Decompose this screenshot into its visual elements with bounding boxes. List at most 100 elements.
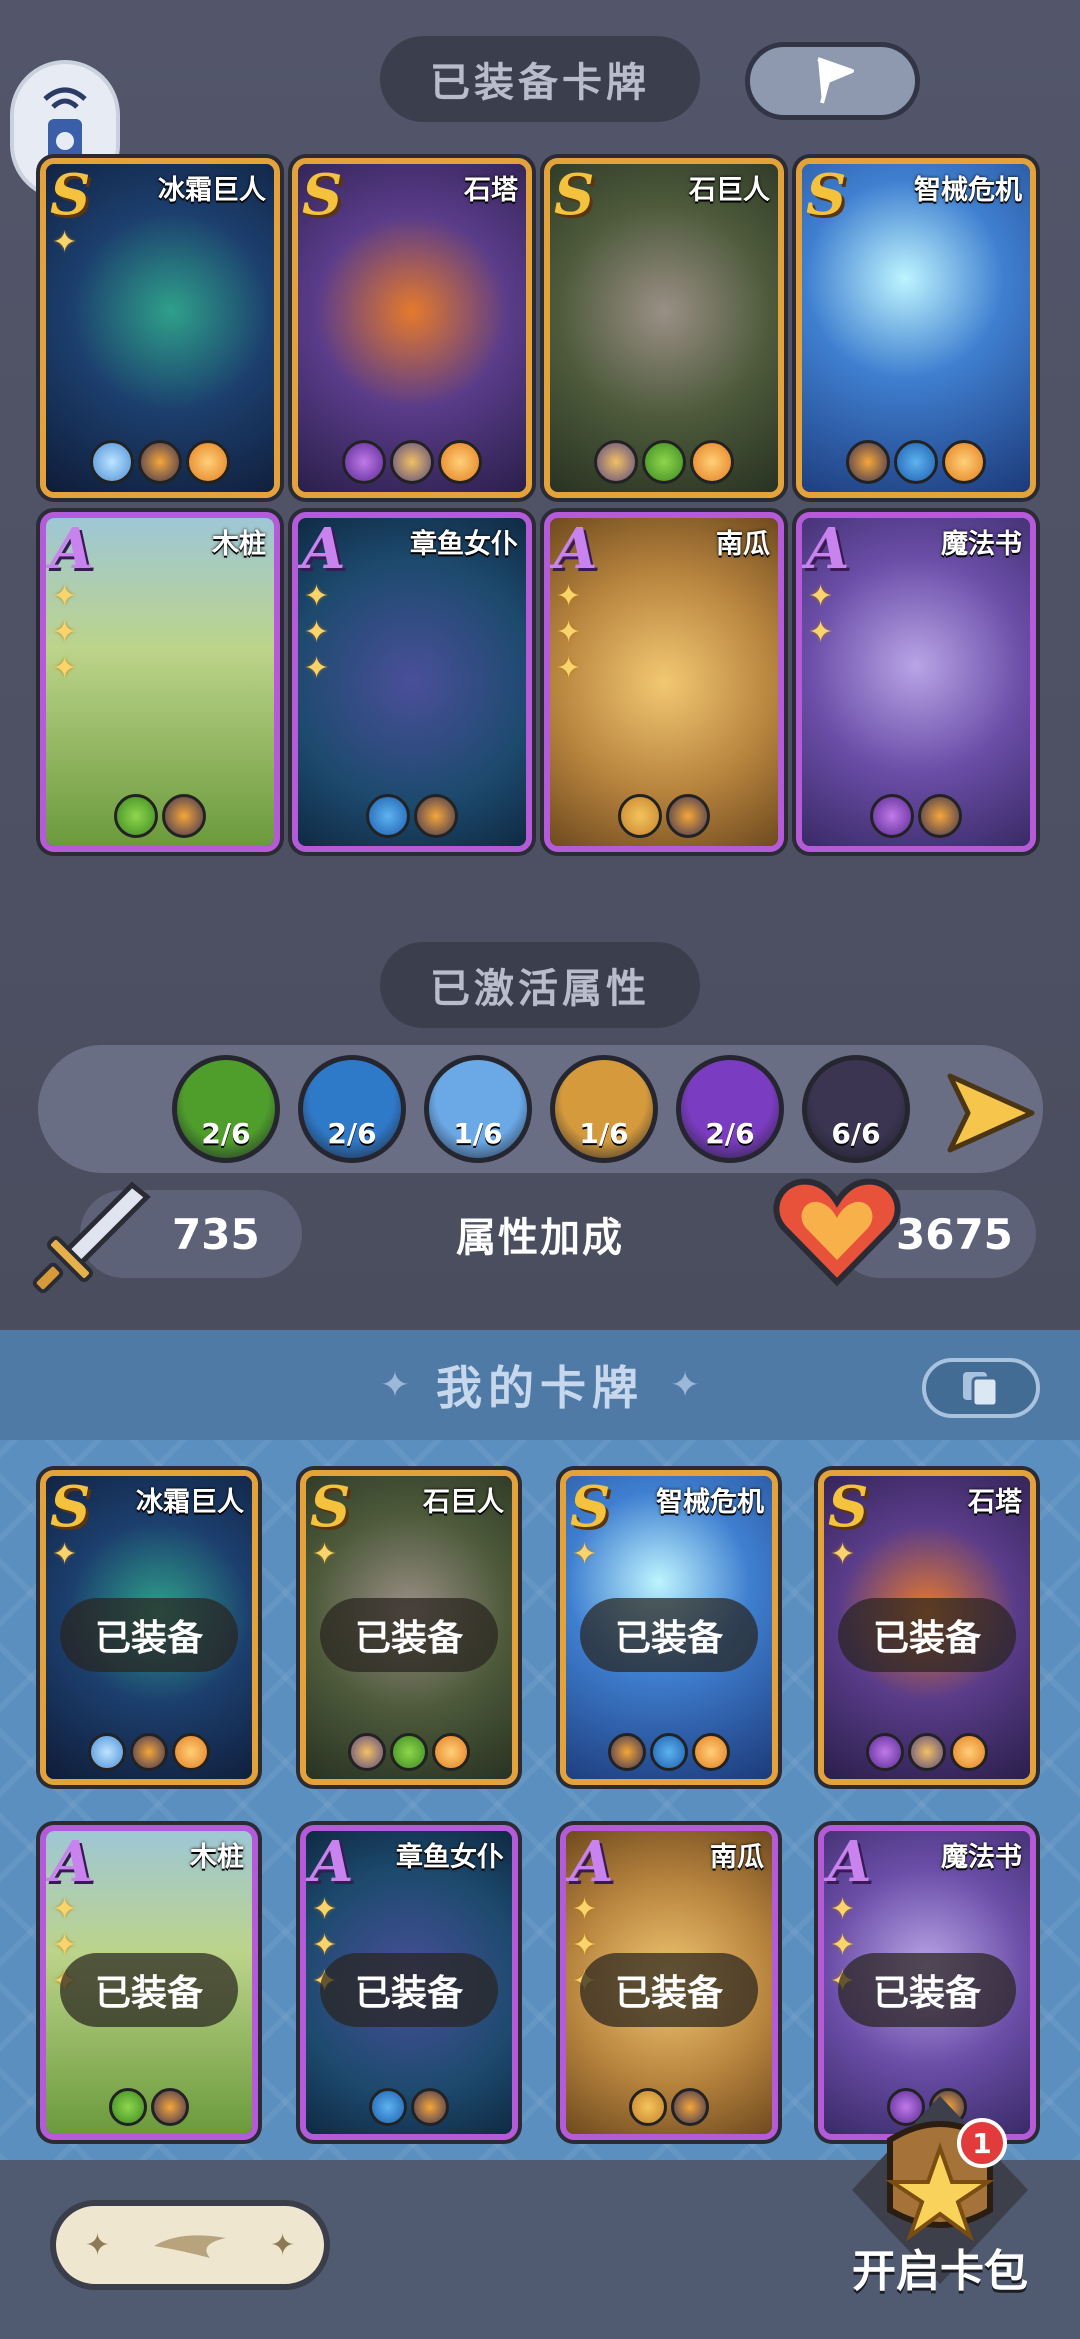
card-attribute-icons <box>298 794 526 838</box>
card-my_cards[interactable]: A木桩✦✦✦已装备 <box>40 1825 258 2140</box>
fire-swirl-icon[interactable]: 6/6 <box>802 1055 910 1163</box>
water-wave-icon <box>369 2088 407 2126</box>
star-icon: ✦ <box>52 1892 78 1927</box>
card-attribute-icons <box>46 794 274 838</box>
card-rank: A <box>806 516 850 582</box>
switch-view-button[interactable] <box>922 1358 1040 1418</box>
activated-attributes-title: 已激活属性 <box>380 942 700 1028</box>
card-name: 冰霜巨人 <box>158 175 266 206</box>
card-my_cards[interactable]: S 石塔 ✦ 已装备 <box>818 1470 1036 1785</box>
card-stars: ✦ <box>52 1540 82 1570</box>
star-icon: ✦ <box>312 1928 338 1963</box>
card-equipped_cards[interactable]: S 石巨人 <box>544 158 784 498</box>
cactus-icon[interactable]: 1/6 <box>550 1055 658 1163</box>
fire-swirl-icon <box>411 2088 449 2126</box>
open-pack-label[interactable]: 开启卡包 <box>820 2235 1060 2299</box>
card-stars: ✦✦✦ <box>52 582 82 684</box>
card-name: 智械危机 <box>656 1487 764 1518</box>
card-equipped_cards[interactable]: A 魔法书 ✦ ✦ <box>796 512 1036 852</box>
cactus-icon <box>618 794 662 838</box>
vortex-icon <box>342 440 386 484</box>
card-name: 石塔 <box>968 1487 1022 1518</box>
card-my_cards[interactable]: S 冰霜巨人 ✦ 已装备 <box>40 1470 258 1785</box>
vortex-icon <box>870 794 914 838</box>
star-icon: ✦ <box>304 651 330 686</box>
card-equipped_cards[interactable]: S 冰霜巨人 ✦ <box>40 158 280 498</box>
hexagon-icon <box>390 440 434 484</box>
card-name: 石巨人 <box>423 1487 504 1518</box>
fist-icon <box>950 1733 988 1771</box>
right-ornament-icon: ✦ <box>670 1364 701 1406</box>
card-stars: ✦ <box>312 1540 342 1570</box>
hexagon-icon <box>348 1733 386 1771</box>
star-icon: ✦ <box>52 1537 78 1572</box>
card-stars: ✦✦✦ <box>556 582 586 684</box>
vortex-icon <box>866 1733 904 1771</box>
star-icon: ✦ <box>808 579 834 614</box>
grass-icon <box>642 440 686 484</box>
card-equipped_cards[interactable]: S 智械危机 <box>796 158 1036 498</box>
card-attribute-icons <box>802 794 1030 838</box>
card-stars: ✦ <box>572 1540 602 1570</box>
card-my_cards[interactable]: S 智械危机 ✦ 已装备 <box>560 1470 778 1785</box>
hexagon-icon <box>594 440 638 484</box>
card-equipped_cards[interactable]: A 南瓜 ✦ ✦ ✦ <box>544 512 784 852</box>
card-rank: A <box>50 516 94 582</box>
health-value: 3675 <box>896 1209 1013 1259</box>
star-icon: ✦ <box>556 579 582 614</box>
star-icon: ✦ <box>572 1892 598 1927</box>
card-stars: ✦ <box>830 1540 860 1570</box>
vortex-icon[interactable]: 2/6 <box>676 1055 784 1163</box>
nav-toggle-button[interactable]: ✦ ✦ <box>50 2200 330 2290</box>
card-attribute-icons <box>550 440 778 484</box>
card-name: 魔法书 <box>941 1842 1022 1873</box>
fist-icon <box>692 1733 730 1771</box>
card-attribute-icons <box>802 440 1030 484</box>
card-attribute-icons <box>306 2088 512 2126</box>
attribute-count: 2/6 <box>705 1117 755 1150</box>
fist-icon <box>432 1733 470 1771</box>
flag-button[interactable] <box>745 42 920 120</box>
wing-icon <box>154 2235 226 2258</box>
card-equipped_cards[interactable]: A 章鱼女仆 ✦ ✦ ✦ <box>292 512 532 852</box>
star-icon: ✦ <box>572 1537 598 1572</box>
grass-icon[interactable]: 2/6 <box>172 1055 280 1163</box>
attribute-count: 2/6 <box>201 1117 251 1150</box>
fist-icon <box>438 440 482 484</box>
star-icon: ✦ <box>312 1537 338 1572</box>
water-wave-icon[interactable]: 2/6 <box>298 1055 406 1163</box>
card-attribute-icons <box>298 440 526 484</box>
card-rank: S <box>302 162 343 228</box>
attribute-count: 6/6 <box>831 1117 881 1150</box>
card-equipped_cards[interactable]: S 石塔 <box>292 158 532 498</box>
equipped-status-label: 已装备 <box>320 1953 498 2027</box>
star-icon: ✦ <box>830 1537 856 1572</box>
star-icon: ✦ <box>304 615 330 650</box>
next-arrow-icon[interactable] <box>940 1068 1040 1158</box>
card-my_cards[interactable]: A南瓜✦✦✦已装备 <box>560 1825 778 2140</box>
card-rank: S <box>554 162 595 228</box>
card-equipped_cards[interactable]: A 木桩 ✦ ✦ ✦ <box>40 512 280 852</box>
equipped-cards-title: 已装备卡牌 <box>380 36 700 122</box>
card-rank: S <box>50 1474 91 1540</box>
my-cards-title: 我的卡牌 <box>436 1361 644 1415</box>
card-name: 南瓜 <box>710 1842 764 1873</box>
card-attribute-icons <box>824 1733 1030 1771</box>
star-icon: ✦ <box>556 651 582 686</box>
copy-icon <box>963 1372 999 1408</box>
heart-icon <box>773 1178 901 1287</box>
attribute-count: 1/6 <box>579 1117 629 1150</box>
card-attribute-icons <box>566 1733 772 1771</box>
ice-crystal-icon[interactable]: 1/6 <box>424 1055 532 1163</box>
wifi-icon <box>43 87 87 109</box>
hexagon-icon <box>908 1733 946 1771</box>
fire-swirl-icon <box>130 1733 168 1771</box>
attribute-count: 1/6 <box>453 1117 503 1150</box>
card-attribute-icons <box>46 2088 252 2126</box>
my-cards-header: ✦ 我的卡牌 ✦ <box>0 1330 1080 1440</box>
card-my_cards[interactable]: A章鱼女仆✦✦✦已装备 <box>300 1825 518 2140</box>
card-my_cards[interactable]: S 石巨人 ✦ 已装备 <box>300 1470 518 1785</box>
fist-icon <box>942 440 986 484</box>
attribute-count: 2/6 <box>327 1117 377 1150</box>
card-attribute-icons <box>566 2088 772 2126</box>
